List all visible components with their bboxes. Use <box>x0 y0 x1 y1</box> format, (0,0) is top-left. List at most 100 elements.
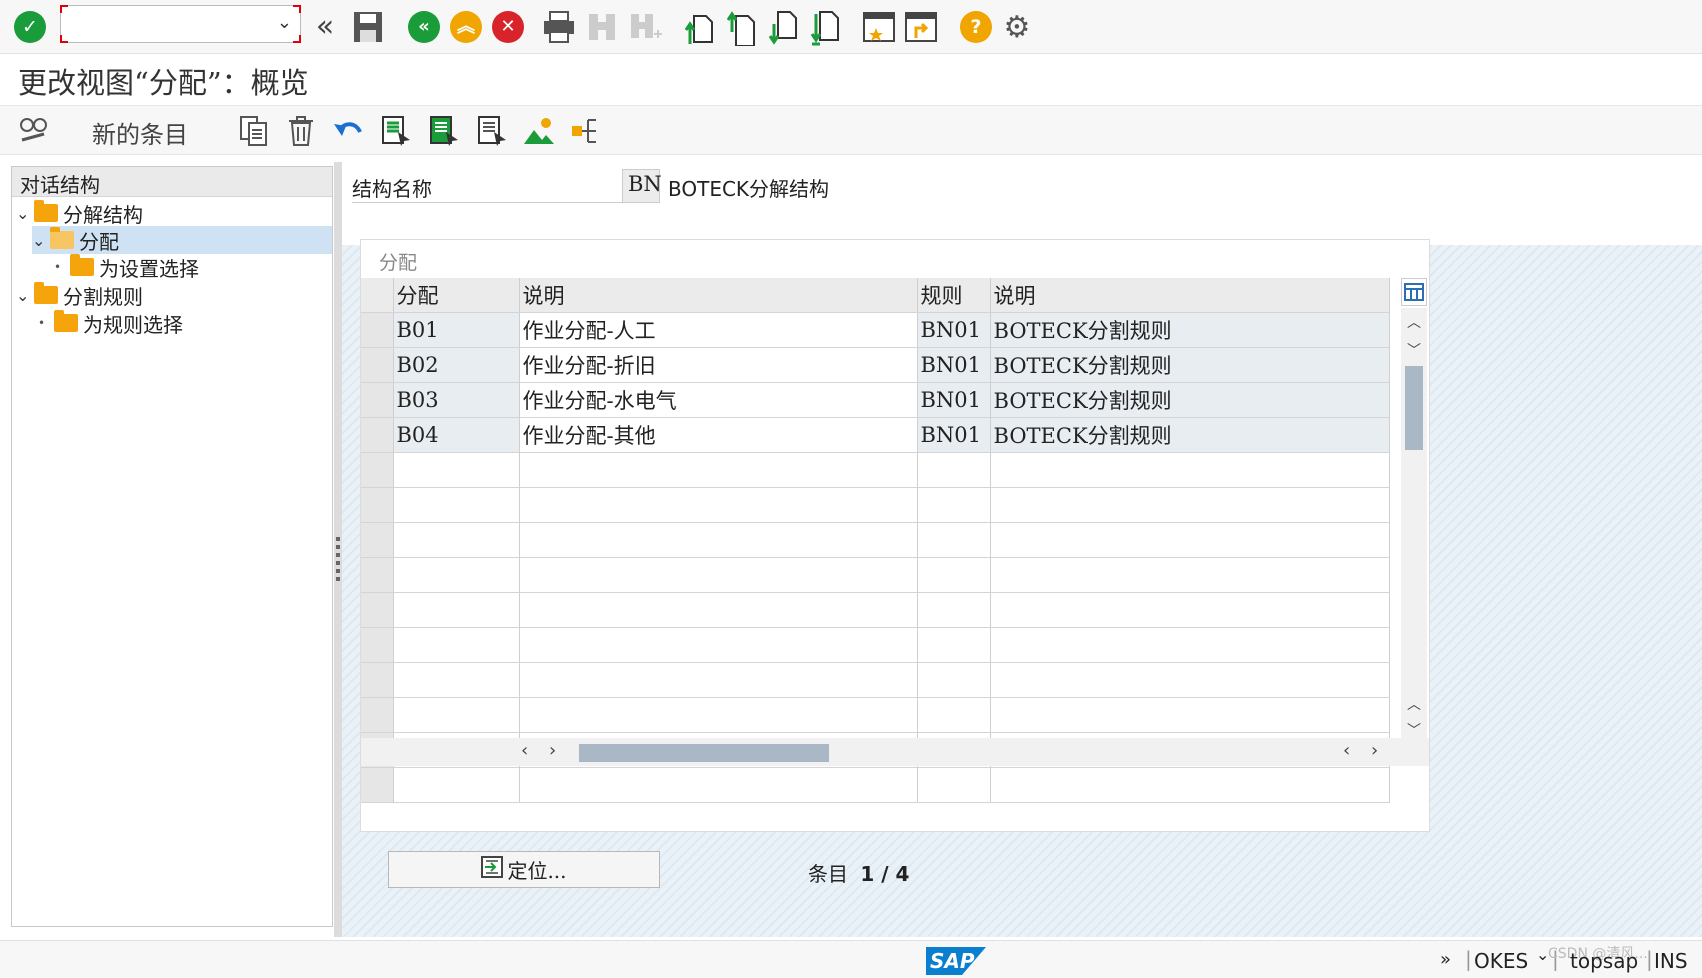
empty-cell[interactable] <box>917 767 991 803</box>
create-session-icon[interactable] <box>862 10 896 44</box>
chevron-down-icon[interactable]: ⌄ <box>16 204 34 223</box>
column-header[interactable]: 分配 <box>393 278 520 313</box>
undo-icon[interactable] <box>332 114 364 148</box>
scroll-up-icon[interactable]: ︿ <box>1407 312 1421 332</box>
rule-cell[interactable]: BN01 <box>917 347 991 383</box>
empty-cell[interactable] <box>393 452 520 488</box>
where-used-icon[interactable] <box>570 114 602 148</box>
empty-cell[interactable] <box>393 627 520 663</box>
empty-cell[interactable] <box>519 522 918 558</box>
page-up-icon[interactable]: ︿ <box>1407 694 1421 714</box>
previous-page-icon[interactable] <box>726 10 758 46</box>
table-settings-icon[interactable] <box>1401 278 1427 306</box>
tree-node-decomposition-structure[interactable]: ⌄ 分解结构 <box>16 199 143 227</box>
delete-icon[interactable] <box>286 114 316 148</box>
empty-cell[interactable] <box>917 662 991 698</box>
empty-cell[interactable] <box>917 697 991 733</box>
row-selector[interactable] <box>361 487 394 523</box>
back-arrows-icon[interactable]: « <box>310 8 340 44</box>
bc-set-icon[interactable] <box>522 114 556 148</box>
description-cell[interactable]: 作业分配-水电气 <box>519 382 918 418</box>
row-selector[interactable] <box>361 662 394 698</box>
display-change-icon[interactable] <box>16 114 50 146</box>
command-field[interactable]: ⌄ <box>60 5 301 43</box>
row-selector[interactable] <box>361 522 394 558</box>
scroll-down-icon[interactable]: ﹀ <box>1407 340 1421 360</box>
select-all-column[interactable] <box>361 278 394 313</box>
rule-cell[interactable]: BN01 <box>917 417 991 453</box>
empty-table-row[interactable] <box>361 767 1390 803</box>
description-cell[interactable]: 作业分配-折旧 <box>519 347 918 383</box>
column-header[interactable]: 说明 <box>990 278 1390 313</box>
tree-node-selection-for-setting[interactable]: • 为设置选择 <box>54 253 199 281</box>
chevron-down-icon[interactable]: ⌄ <box>16 286 34 305</box>
empty-cell[interactable] <box>393 662 520 698</box>
empty-cell[interactable] <box>990 592 1390 628</box>
assignment-cell[interactable]: B03 <box>393 382 520 418</box>
exit-icon[interactable]: ︽ <box>450 11 482 43</box>
empty-cell[interactable] <box>519 592 918 628</box>
table-row[interactable]: B04 作业分配-其他 BN01 BOTECK分割规则 <box>361 417 1390 453</box>
page-down-icon[interactable]: ﹀ <box>1407 720 1421 740</box>
empty-cell[interactable] <box>519 487 918 523</box>
empty-table-row[interactable] <box>361 487 1390 523</box>
expand-status-icon[interactable]: » <box>1440 949 1451 970</box>
row-selector[interactable] <box>361 627 394 663</box>
row-selector[interactable] <box>361 312 394 348</box>
empty-cell[interactable] <box>917 627 991 663</box>
empty-cell[interactable] <box>519 557 918 593</box>
cancel-icon[interactable]: ✕ <box>492 11 524 43</box>
tree-node-split-rules[interactable]: ⌄ 分割规则 <box>16 281 143 309</box>
empty-cell[interactable] <box>393 522 520 558</box>
settings-icon[interactable]: ⚙ <box>1000 10 1034 45</box>
empty-table-row[interactable] <box>361 452 1390 488</box>
table-row[interactable]: B01 作业分配-人工 BN01 BOTECK分割规则 <box>361 312 1390 348</box>
assignment-cell[interactable]: B04 <box>393 417 520 453</box>
row-selector[interactable] <box>361 452 394 488</box>
panel-splitter[interactable] <box>334 162 342 937</box>
column-header[interactable]: 说明 <box>519 278 918 313</box>
row-selector[interactable] <box>361 347 394 383</box>
empty-cell[interactable] <box>990 487 1390 523</box>
empty-cell[interactable] <box>917 557 991 593</box>
vertical-scrollbar[interactable]: ︿ ﹀ ︿ ﹀ <box>1401 308 1427 740</box>
empty-cell[interactable] <box>393 697 520 733</box>
row-selector[interactable] <box>361 592 394 628</box>
empty-cell[interactable] <box>519 662 918 698</box>
empty-cell[interactable] <box>990 452 1390 488</box>
row-selector[interactable] <box>361 417 394 453</box>
empty-cell[interactable] <box>990 522 1390 558</box>
enter-icon[interactable]: ✓ <box>14 11 46 43</box>
next-page-icon[interactable] <box>768 10 800 46</box>
rule-cell[interactable]: BN01 <box>917 382 991 418</box>
position-button[interactable]: 定位... <box>388 851 660 888</box>
empty-cell[interactable] <box>917 522 991 558</box>
shortcut-icon[interactable] <box>904 10 938 44</box>
copy-icon[interactable] <box>238 114 270 148</box>
description-cell[interactable]: 作业分配-其他 <box>519 417 918 453</box>
scroll-right-icon[interactable]: › <box>1371 740 1378 761</box>
tree-node-assignment[interactable]: ⌄ 分配 <box>32 226 332 254</box>
chevron-down-icon[interactable]: ⌄ <box>32 231 50 250</box>
rule-description-cell[interactable]: BOTECK分割规则 <box>990 382 1390 418</box>
first-page-icon[interactable] <box>684 10 716 46</box>
chevron-down-icon[interactable]: ⌄ <box>277 12 292 33</box>
empty-cell[interactable] <box>519 627 918 663</box>
empty-cell[interactable] <box>990 627 1390 663</box>
empty-cell[interactable] <box>393 767 520 803</box>
rule-cell[interactable]: BN01 <box>917 312 991 348</box>
empty-cell[interactable] <box>917 487 991 523</box>
empty-table-row[interactable] <box>361 697 1390 733</box>
horizontal-scrollbar[interactable]: ‹ › ‹ › <box>361 738 1429 766</box>
horizontal-scroll-thumb[interactable] <box>579 744 829 762</box>
find-icon[interactable] <box>586 10 618 44</box>
row-selector[interactable] <box>361 382 394 418</box>
rule-description-cell[interactable]: BOTECK分割规则 <box>990 312 1390 348</box>
empty-cell[interactable] <box>917 592 991 628</box>
empty-table-row[interactable] <box>361 592 1390 628</box>
empty-cell[interactable] <box>990 662 1390 698</box>
empty-cell[interactable] <box>990 697 1390 733</box>
empty-table-row[interactable] <box>361 627 1390 663</box>
empty-cell[interactable] <box>519 697 918 733</box>
select-block-icon[interactable] <box>428 114 460 148</box>
